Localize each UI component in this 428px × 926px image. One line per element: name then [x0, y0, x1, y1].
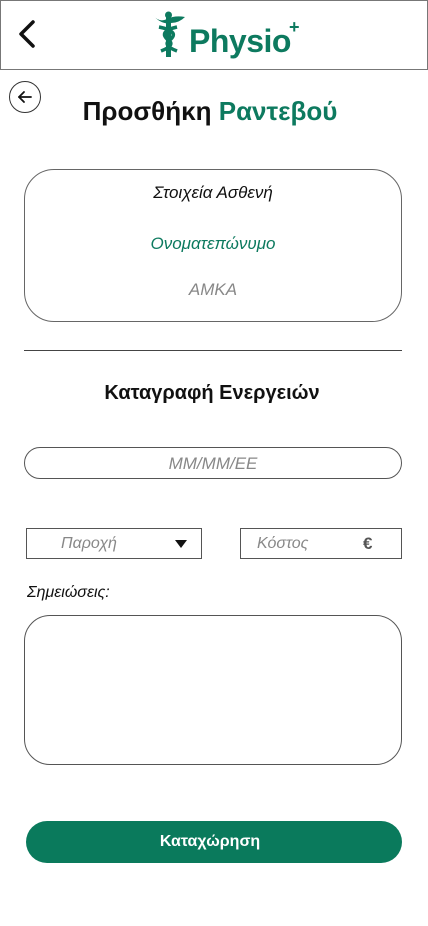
submit-button[interactable]: Καταχώρηση [26, 821, 402, 863]
patient-details-heading: Στοιχεία Ασθενή [153, 183, 273, 202]
date-field[interactable]: ΜΜ/ΜΜ/ΕΕ [24, 447, 402, 479]
service-dropdown[interactable]: Παροχή [26, 528, 202, 559]
date-placeholder: ΜΜ/ΜΜ/ΕΕ [168, 454, 258, 473]
section-divider [24, 350, 402, 351]
caduceus-icon [153, 11, 185, 57]
chevron-left-icon[interactable] [15, 17, 41, 51]
notes-label: Σημειώσεις: [27, 584, 110, 601]
euro-icon: € [363, 534, 373, 553]
logo-text: Physio [189, 23, 291, 59]
full-name-field[interactable]: Ονοματεπώνυμο [25, 234, 401, 254]
page-title: Προσθήκη Ραντεβού [0, 96, 420, 127]
notes-textarea[interactable] [24, 615, 402, 765]
actions-section-title: Καταγραφή Ενεργειών [104, 382, 320, 404]
patient-details-card: Στοιχεία Ασθενή Ονοματεπώνυμο ΑΜΚΑ [24, 169, 402, 322]
app-logo: Physio + [151, 11, 311, 61]
submit-button-label: Καταχώρηση [159, 833, 261, 850]
cost-placeholder: Κόστος [257, 535, 309, 552]
page-title-main: Προσθήκη [82, 96, 212, 126]
service-placeholder: Παροχή [61, 535, 117, 552]
amka-field[interactable]: ΑΜΚΑ [25, 280, 401, 300]
logo-plus: + [289, 17, 300, 37]
cost-field[interactable]: Κόστος € [240, 528, 402, 559]
caret-down-icon [175, 540, 187, 548]
page-title-accent: Ραντεβού [218, 96, 338, 126]
top-app-bar: Physio + [0, 0, 428, 70]
